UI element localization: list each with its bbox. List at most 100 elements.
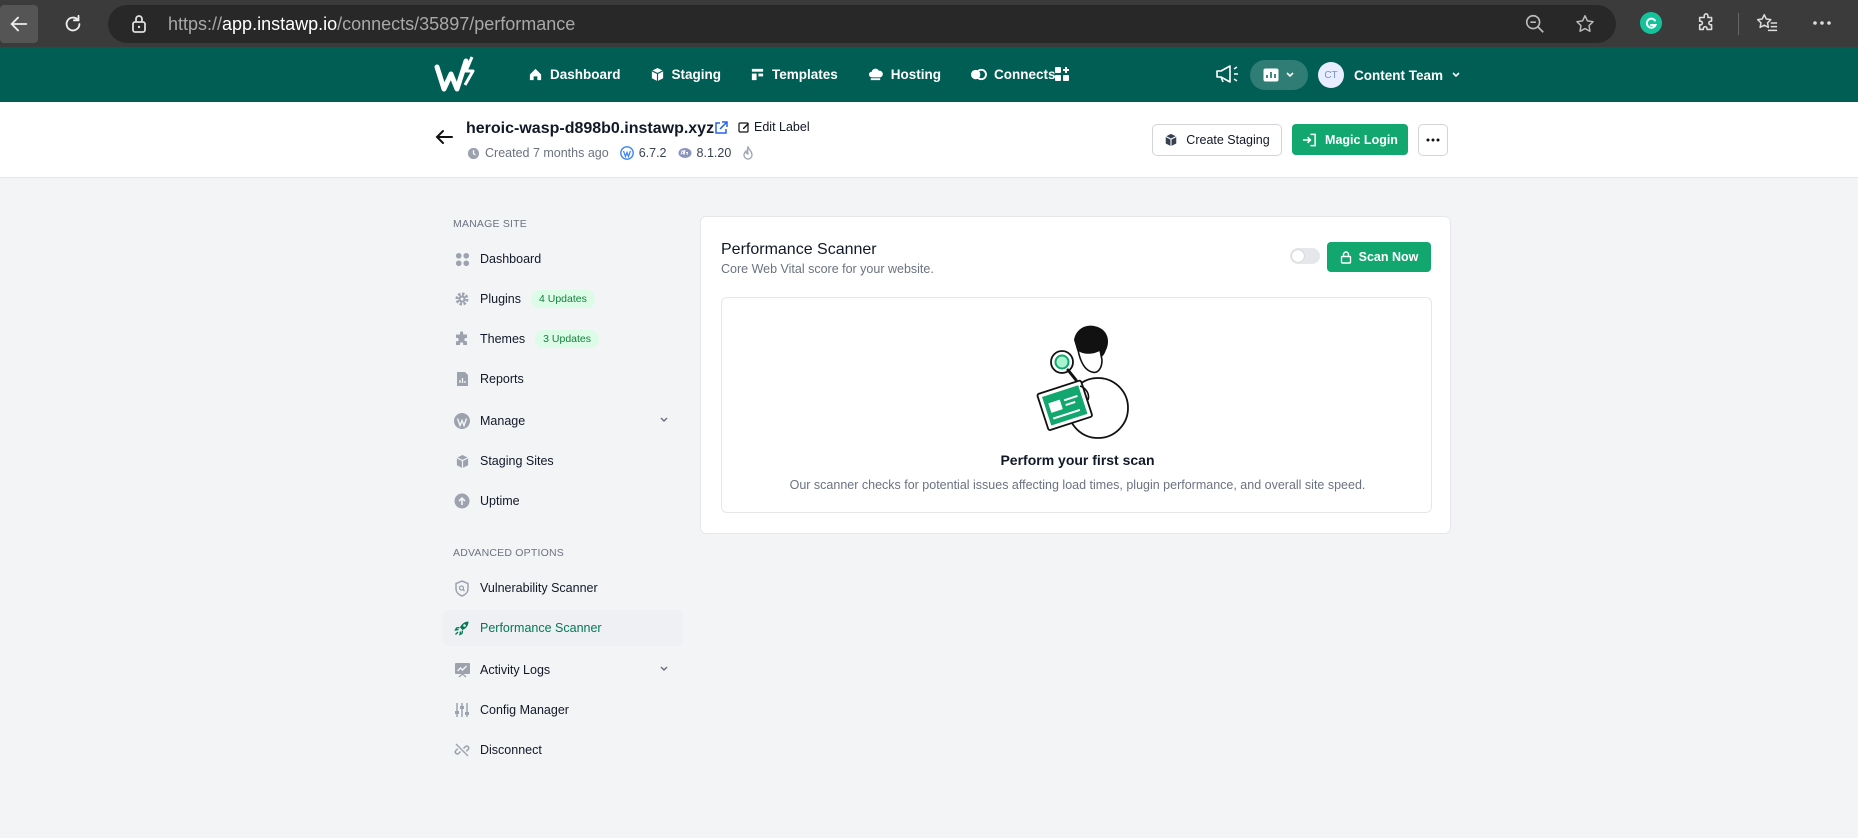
performance-scanner-card: Performance Scanner Core Web Vital score… — [700, 216, 1451, 534]
nav-label: Dashboard — [550, 67, 621, 82]
more-options-button[interactable] — [1418, 124, 1448, 156]
site-name: heroic-wasp-d898b0.instawp.xyz — [466, 120, 715, 137]
sidebar-item-staging-sites[interactable]: Staging Sites — [443, 443, 683, 479]
page-subtitle: Core Web Vital score for your website. — [721, 262, 934, 276]
wp-version: 6.7.2 — [619, 146, 667, 160]
created-info: Created 7 months ago — [467, 146, 609, 160]
sidebar-item-label: Activity Logs — [480, 663, 551, 677]
sidebar-item-activity-logs[interactable]: Activity Logs — [443, 652, 683, 688]
sidebar-item-vulnerability-scanner[interactable]: Vulnerability Scanner — [443, 570, 683, 606]
puzzle-icon — [456, 331, 467, 345]
url-host: app.instawp.io — [222, 14, 338, 34]
sidebar-item-label: Config Manager — [480, 703, 569, 717]
sidebar-item-themes[interactable]: Themes 3 Updates — [443, 321, 683, 357]
chevron-down-icon — [1286, 72, 1294, 78]
stats-dropdown[interactable] — [1250, 60, 1308, 90]
browser-back-button[interactable] — [0, 5, 38, 43]
user-menu[interactable]: CT Content Team — [1318, 62, 1461, 88]
auto-scan-toggle[interactable] — [1290, 248, 1320, 264]
avatar: CT — [1318, 62, 1344, 88]
lock-icon — [1340, 250, 1351, 264]
wp-version-text: 6.7.2 — [638, 146, 667, 160]
main-nav: Dashboard Staging Templates Hosting Conn… — [528, 47, 1085, 102]
edit-icon — [738, 122, 749, 133]
url-scheme: https:// — [168, 14, 223, 34]
edit-label-text: Edit Label — [754, 120, 810, 134]
browser-reload-button[interactable] — [54, 5, 92, 43]
more-horizontal-icon — [1426, 138, 1440, 142]
magic-login-button[interactable]: Magic Login — [1292, 124, 1408, 155]
nav-dashboard[interactable]: Dashboard — [528, 67, 621, 82]
nav-hosting[interactable]: Hosting — [867, 67, 941, 82]
browser-toolbar: https://app.instawp.io/connects/35897/pe… — [0, 0, 1858, 47]
nav-label: Staging — [671, 67, 722, 82]
scan-now-button[interactable]: Scan Now — [1327, 242, 1431, 272]
nav-staging[interactable]: Staging — [650, 67, 722, 82]
sidebar-item-label: Disconnect — [480, 743, 542, 757]
sidebar-item-label: Staging Sites — [480, 454, 554, 468]
sidebar-item-label: Vulnerability Scanner — [480, 581, 598, 595]
lock-icon — [132, 15, 146, 33]
logo-icon — [434, 56, 475, 92]
sidebar-item-label: Dashboard — [480, 252, 542, 266]
grammarly-extension-button[interactable] — [1637, 9, 1665, 37]
section-title-manage: MANAGE SITE — [453, 218, 527, 230]
back-arrow-icon[interactable] — [434, 128, 454, 146]
template-icon — [751, 68, 764, 81]
megaphone-icon[interactable] — [1214, 63, 1240, 85]
site-header: heroic-wasp-d898b0.instawp.xyz Edit Labe… — [0, 102, 1858, 178]
cube-icon — [456, 454, 468, 468]
grammarly-icon — [1640, 12, 1662, 34]
edit-label-button[interactable]: Edit Label — [738, 120, 810, 134]
sidebar-item-config-manager[interactable]: Config Manager — [443, 692, 683, 728]
more-horizontal-icon — [1813, 21, 1831, 25]
address-bar[interactable]: https://app.instawp.io/connects/35897/pe… — [108, 5, 1616, 43]
sidebar-item-performance-scanner[interactable]: Performance Scanner — [443, 610, 683, 646]
home-icon — [529, 68, 542, 81]
site-meta: Created 7 months ago 6.7.2 8.1.20 — [467, 146, 770, 160]
connects-icon — [971, 68, 987, 81]
updates-badge: 3 Updates — [535, 330, 600, 348]
instawp-logo[interactable] — [434, 55, 482, 100]
php-icon — [678, 148, 692, 158]
favorites-button[interactable] — [1753, 9, 1781, 37]
nav-templates[interactable]: Templates — [750, 67, 838, 82]
extensions-button[interactable] — [1693, 9, 1721, 37]
url-text: https://app.instawp.io/connects/35897/pe… — [168, 5, 575, 43]
sidebar-item-plugins[interactable]: Plugins 4 Updates — [443, 281, 683, 317]
nav-connects[interactable]: Connects — [970, 67, 1056, 82]
rocket-icon — [454, 621, 469, 636]
create-staging-button[interactable]: Create Staging — [1152, 124, 1282, 156]
url-path: /connects/35897/performance — [337, 14, 576, 34]
external-link-icon[interactable] — [714, 121, 728, 135]
uptime-icon — [454, 493, 470, 509]
chart-icon — [1263, 68, 1279, 82]
nav-label: Templates — [772, 67, 838, 82]
gear-icon — [455, 292, 469, 306]
sidebar-item-label: Themes — [480, 332, 526, 346]
puzzle-icon — [1698, 13, 1713, 31]
empty-state-title: Perform your first scan — [1000, 452, 1155, 468]
sidebar-item-dashboard[interactable]: Dashboard — [443, 241, 683, 277]
flame-icon — [743, 146, 753, 160]
sidebar-item-reports[interactable]: Reports — [443, 361, 683, 397]
scan-illustration-icon — [1036, 325, 1129, 439]
apps-grid-icon[interactable] — [1054, 66, 1070, 82]
wordpress-icon — [619, 146, 634, 160]
magic-login-label: Magic Login — [1325, 132, 1398, 147]
activity-icon — [454, 663, 470, 678]
sliders-icon — [455, 703, 469, 717]
sidebar-item-uptime[interactable]: Uptime — [443, 483, 683, 519]
nav-label: Connects — [994, 67, 1056, 82]
created-text: Created 7 months ago — [485, 146, 609, 160]
sidebar-item-manage[interactable]: Manage — [443, 403, 683, 439]
sidebar-item-disconnect[interactable]: Disconnect — [443, 732, 683, 768]
php-version: 8.1.20 — [678, 146, 731, 160]
browser-menu-button[interactable] — [1808, 9, 1836, 37]
scan-now-label: Scan Now — [1358, 250, 1419, 264]
star-icon[interactable] — [1574, 13, 1596, 35]
zoom-out-icon[interactable] — [1524, 13, 1546, 35]
sidebar-item-label: Plugins — [480, 292, 521, 306]
unlink-icon — [454, 743, 470, 757]
sidebar-item-label: Manage — [480, 414, 526, 428]
